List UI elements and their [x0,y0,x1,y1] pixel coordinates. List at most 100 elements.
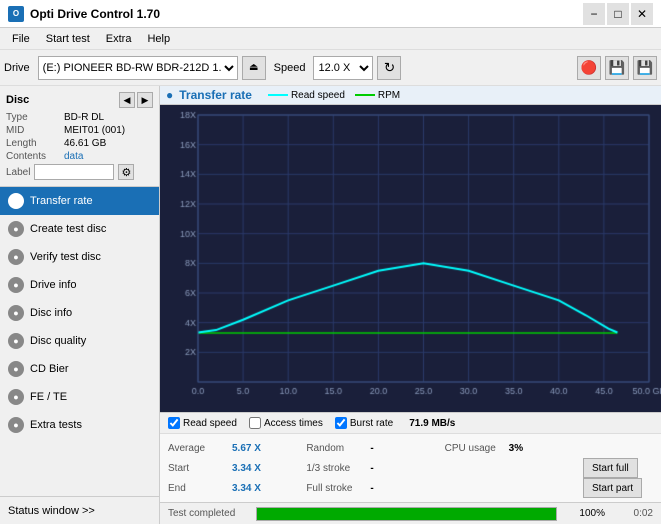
menu-file[interactable]: File [4,31,38,47]
disc-icon-1[interactable]: ◀ [119,92,135,108]
stats-end: End 3.34 X [168,483,306,494]
maximize-button[interactable]: □ [607,3,629,25]
nav-icon-disc-quality: ● [8,333,24,349]
toolbar: Drive (E:) PIONEER BD-RW BDR-212D 1.00 ⏏… [0,50,661,86]
checkbox-access-times: Access times [249,417,323,429]
nav-label-cd-bier: CD Bier [30,363,69,375]
stats-row-3: End 3.34 X Full stroke - Start part [168,478,653,498]
disc-label-label: Label [6,167,30,178]
checkbox-burst-rate-label: Burst rate [350,418,393,429]
chart-area [160,105,661,412]
stat-label-cpu: CPU usage [445,443,505,454]
checkbox-read-speed-label: Read speed [183,418,237,429]
legend-color-rpm [355,94,375,96]
app-icon: O [8,6,24,22]
nav-item-extra-tests[interactable]: ● Extra tests [0,411,159,439]
stat-label-full-stroke: Full stroke [306,483,366,494]
nav-label-verify-test-disc: Verify test disc [30,251,101,263]
start-part-button[interactable]: Start part [583,478,642,498]
chart-title: Transfer rate [179,88,252,102]
disc-contents-label: Contents [6,151,60,162]
progress-percentage: 100% [565,508,605,519]
menu-bar: File Start test Extra Help [0,28,661,50]
checkbox-burst-rate: Burst rate [335,417,393,429]
sidebar: Disc ◀ ▶ Type BD-R DL MID MEIT01 (001) L… [0,86,160,524]
drive-select[interactable]: (E:) PIONEER BD-RW BDR-212D 1.00 [38,56,238,80]
status-window-button[interactable]: Status window >> [0,496,159,524]
disc-icon-2[interactable]: ▶ [137,92,153,108]
disc-section: Disc ◀ ▶ Type BD-R DL MID MEIT01 (001) L… [0,86,159,187]
checkbox-read-speed-input[interactable] [168,417,180,429]
progress-time: 0:02 [613,508,653,519]
content-area: ● Transfer rate Read speed RPM Read spe [160,86,661,524]
tool-btn-3[interactable]: 💾 [633,56,657,80]
disc-contents-value: data [64,151,83,162]
title-bar: O Opti Drive Control 1.70 − □ ✕ [0,0,661,28]
start-full-button[interactable]: Start full [583,458,638,478]
nav-icon-drive-info: ● [8,277,24,293]
checkbox-burst-rate-input[interactable] [335,417,347,429]
close-button[interactable]: ✕ [631,3,653,25]
stat-label-start: Start [168,463,228,474]
nav-item-drive-info[interactable]: ● Drive info [0,271,159,299]
nav-label-disc-quality: Disc quality [30,335,86,347]
chart-header-icon: ● [166,88,173,102]
menu-extra[interactable]: Extra [98,31,140,47]
disc-type-label: Type [6,112,60,123]
stats-row-2: Start 3.34 X 1/3 stroke - Start full [168,458,653,478]
legend-read-speed: Read speed [268,90,345,101]
nav-icon-cd-bier: ● [8,361,24,377]
progress-bar-fill [257,508,556,520]
nav-icon-fe-te: ● [8,389,24,405]
stat-value-average: 5.67 X [232,443,261,454]
eject-button[interactable]: ⏏ [242,56,266,80]
menu-start-test[interactable]: Start test [38,31,98,47]
stats-cpu: CPU usage 3% [445,443,583,454]
nav-item-verify-test-disc[interactable]: ● Verify test disc [0,243,159,271]
chart-legend: Read speed RPM [268,90,400,101]
tool-btn-1[interactable]: 🔴 [577,56,601,80]
refresh-button[interactable]: ↻ [377,56,401,80]
disc-mid-value: MEIT01 (001) [64,125,125,136]
stat-value-random: - [370,443,373,454]
stats-full-stroke: Full stroke - [306,483,444,494]
stat-value-1-3-stroke: - [370,463,373,474]
burst-rate-value: 71.9 MB/s [409,418,455,429]
nav-items: ● Transfer rate ● Create test disc ● Ver… [0,187,159,496]
tool-btn-2[interactable]: 💾 [605,56,629,80]
checkbox-access-times-label: Access times [264,418,323,429]
checkbox-access-times-input[interactable] [249,417,261,429]
stats-row-1: Average 5.67 X Random - CPU usage 3% [168,438,653,458]
nav-item-fe-te[interactable]: ● FE / TE [0,383,159,411]
disc-label-input[interactable] [34,164,114,180]
speed-select[interactable]: 12.0 X [313,56,373,80]
checkbox-read-speed: Read speed [168,417,237,429]
menu-help[interactable]: Help [139,31,178,47]
nav-label-disc-info: Disc info [30,307,72,319]
nav-label-drive-info: Drive info [30,279,76,291]
progress-bar-container [256,507,557,521]
chart-controls: Read speed Access times Burst rate 71.9 … [160,412,661,433]
nav-item-disc-info[interactable]: ● Disc info [0,299,159,327]
stat-label-random: Random [306,443,366,454]
disc-label-btn[interactable]: ⚙ [118,164,134,180]
speed-label: Speed [274,62,306,74]
nav-icon-disc-info: ● [8,305,24,321]
stat-label-1-3-stroke: 1/3 stroke [306,463,366,474]
disc-length-label: Length [6,138,60,149]
transfer-chart-canvas [160,105,661,412]
nav-item-cd-bier[interactable]: ● CD Bier [0,355,159,383]
nav-label-transfer-rate: Transfer rate [30,195,93,207]
nav-icon-verify-test-disc: ● [8,249,24,265]
stat-value-cpu: 3% [509,443,523,454]
stats-start: Start 3.34 X [168,463,306,474]
disc-length-value: 46.61 GB [64,138,106,149]
nav-item-create-test-disc[interactable]: ● Create test disc [0,215,159,243]
nav-item-disc-quality[interactable]: ● Disc quality [0,327,159,355]
nav-icon-extra-tests: ● [8,417,24,433]
minimize-button[interactable]: − [583,3,605,25]
status-text: Test completed [168,508,248,519]
nav-item-transfer-rate[interactable]: ● Transfer rate [0,187,159,215]
legend-color-read-speed [268,94,288,96]
disc-type-value: BD-R DL [64,112,104,123]
